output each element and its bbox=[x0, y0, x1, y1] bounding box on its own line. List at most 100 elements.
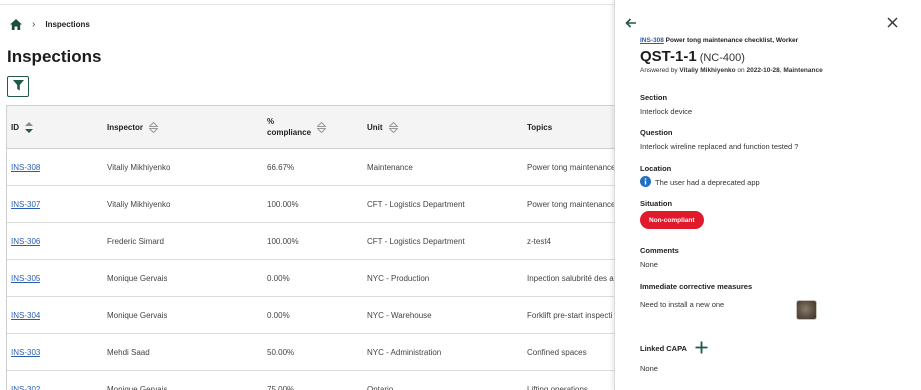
cell-inspector: Mehdi Saad bbox=[107, 348, 150, 357]
cell-topics: Power tong maintenance bbox=[527, 200, 616, 209]
breadcrumb: › Inspections bbox=[10, 19, 90, 30]
cell-topics: Inpection salubrité des av bbox=[527, 274, 618, 283]
inspection-link[interactable]: INS-303 bbox=[11, 348, 40, 357]
cell-compliance: 100.00% bbox=[267, 237, 299, 246]
sort-icon[interactable] bbox=[388, 122, 398, 133]
back-arrow-icon[interactable] bbox=[625, 15, 637, 33]
inspection-reference: INS-308 Power tong maintenance checklist… bbox=[640, 37, 798, 44]
cell-unit: Ontario bbox=[367, 385, 394, 390]
cell-id: INS-307 bbox=[11, 186, 40, 223]
cell-id: INS-308 bbox=[11, 149, 40, 186]
answered-unit: Maintenance bbox=[783, 67, 823, 74]
cell-id: INS-302 bbox=[11, 371, 40, 390]
table-row[interactable]: INS-308 Vitaliy Mikhiyenko 66.67% Mainte… bbox=[7, 149, 626, 186]
home-icon[interactable] bbox=[10, 19, 22, 30]
cell-topics: Lifting operations bbox=[527, 385, 588, 390]
question-title: QST-1-1 (NC-400) bbox=[640, 48, 745, 65]
cell-inspector: Vitaliy Mikhiyenko bbox=[107, 200, 171, 209]
inspection-link[interactable]: INS-306 bbox=[11, 237, 40, 246]
inspection-ref-link[interactable]: INS-308 bbox=[640, 37, 664, 44]
table-row[interactable]: INS-305 Monique Gervais 0.00% NYC - Prod… bbox=[7, 260, 626, 297]
attachment-thumbnail[interactable] bbox=[796, 300, 817, 320]
location-label: Location bbox=[640, 164, 672, 173]
section-label: Section bbox=[640, 93, 668, 102]
column-header-topics[interactable]: Topics bbox=[527, 106, 552, 149]
info-icon bbox=[640, 176, 651, 189]
column-header-inspector[interactable]: Inspector bbox=[107, 106, 159, 149]
cell-unit: NYC - Warehouse bbox=[367, 311, 432, 320]
cell-id: INS-305 bbox=[11, 260, 40, 297]
comments-label: Comments bbox=[640, 246, 679, 255]
cell-id: INS-304 bbox=[11, 297, 40, 334]
cell-compliance: 0.00% bbox=[267, 274, 290, 283]
cell-inspector: Monique Gervais bbox=[107, 311, 168, 320]
cell-topics: Forklift pre-start inspecti bbox=[527, 311, 613, 320]
comments-value: None bbox=[640, 260, 658, 269]
cell-unit: Maintenance bbox=[367, 163, 413, 172]
chevron-right-icon: › bbox=[32, 19, 36, 30]
table-row[interactable]: INS-302 Monique Gervais 75.00% Ontario L… bbox=[7, 371, 626, 390]
question-label: Question bbox=[640, 128, 673, 137]
sort-icon[interactable] bbox=[149, 122, 159, 133]
location-value: The user had a deprecated app bbox=[640, 176, 760, 189]
inspection-link[interactable]: INS-302 bbox=[11, 385, 40, 390]
cell-topics: Confined spaces bbox=[527, 348, 587, 357]
inspections-table: ID Inspector % compliance Unit Topics IN… bbox=[6, 105, 626, 390]
cell-compliance: 0.00% bbox=[267, 311, 290, 320]
answered-date: 2022-10-28 bbox=[746, 67, 780, 74]
column-header-unit[interactable]: Unit bbox=[367, 106, 398, 149]
column-label: Unit bbox=[367, 123, 383, 132]
table-row[interactable]: INS-304 Monique Gervais 0.00% NYC - Ware… bbox=[7, 297, 626, 334]
table-row[interactable]: INS-307 Vitaliy Mikhiyenko 100.00% CFT -… bbox=[7, 186, 626, 223]
table-row[interactable]: INS-306 Frederic Simard 100.00% CFT - Lo… bbox=[7, 223, 626, 260]
add-capa-plus-icon[interactable] bbox=[695, 341, 708, 359]
filter-icon bbox=[12, 78, 24, 96]
answered-on: on bbox=[735, 67, 747, 74]
sort-icon[interactable] bbox=[317, 122, 327, 133]
cell-compliance: 50.00% bbox=[267, 348, 295, 357]
inspection-link[interactable]: INS-304 bbox=[11, 311, 40, 320]
filter-button[interactable] bbox=[7, 76, 29, 97]
inspection-ref-text: Power tong maintenance checklist, Worker bbox=[663, 37, 799, 44]
cell-unit: NYC - Administration bbox=[367, 348, 442, 357]
cell-inspector: Frederic Simard bbox=[107, 237, 164, 246]
cell-unit: NYC - Production bbox=[367, 274, 430, 283]
breadcrumb-current: Inspections bbox=[45, 20, 90, 29]
question-sub-code: (NC-400) bbox=[699, 52, 745, 64]
cell-id: INS-303 bbox=[11, 334, 40, 371]
cell-inspector: Monique Gervais bbox=[107, 385, 168, 390]
column-label: Topics bbox=[527, 123, 553, 132]
column-header-id[interactable]: ID bbox=[11, 106, 33, 149]
column-label: % compliance bbox=[267, 117, 312, 137]
table-header: ID Inspector % compliance Unit Topics bbox=[7, 106, 626, 149]
corrective-measures-label: Immediate corrective measures bbox=[640, 282, 753, 291]
inspection-link[interactable]: INS-307 bbox=[11, 200, 40, 209]
answered-by: Vitaliy Mikhiyenko bbox=[679, 67, 736, 74]
section-value: Interlock device bbox=[640, 107, 693, 116]
cell-compliance: 100.00% bbox=[267, 200, 299, 209]
close-icon[interactable] bbox=[887, 15, 898, 33]
inspection-link[interactable]: INS-305 bbox=[11, 274, 40, 283]
location-text: The user had a deprecated app bbox=[655, 178, 760, 187]
column-header-compliance[interactable]: % compliance bbox=[267, 106, 327, 149]
cell-compliance: 66.67% bbox=[267, 163, 295, 172]
cell-id: INS-306 bbox=[11, 223, 40, 260]
sort-desc-icon[interactable] bbox=[25, 122, 33, 133]
table-row[interactable]: INS-303 Mehdi Saad 50.00% NYC - Administ… bbox=[7, 334, 626, 371]
inspection-link[interactable]: INS-308 bbox=[11, 163, 40, 172]
status-badge: Non-compliant bbox=[640, 211, 704, 229]
cell-unit: CFT - Logistics Department bbox=[367, 237, 465, 246]
question-value: Interlock wireline replaced and function… bbox=[640, 142, 799, 151]
cell-inspector: Monique Gervais bbox=[107, 274, 168, 283]
cell-topics: z-test4 bbox=[527, 237, 552, 246]
cell-inspector: Vitaliy Mikhiyenko bbox=[107, 163, 171, 172]
page-title: Inspections bbox=[7, 47, 102, 66]
answered-by-line: Answered by Vitaliy Mikhiyenko on 2022-1… bbox=[640, 67, 823, 74]
answered-prefix: Answered by bbox=[640, 67, 680, 74]
linked-capa-value: None bbox=[640, 364, 658, 373]
cell-topics: Power tong maintenance bbox=[527, 163, 616, 172]
answer-detail-panel: INS-308 Power tong maintenance checklist… bbox=[614, 0, 921, 390]
question-code: QST-1-1 bbox=[640, 48, 697, 65]
linked-capa-label: Linked CAPA bbox=[640, 344, 687, 353]
situation-label: Situation bbox=[640, 199, 673, 208]
